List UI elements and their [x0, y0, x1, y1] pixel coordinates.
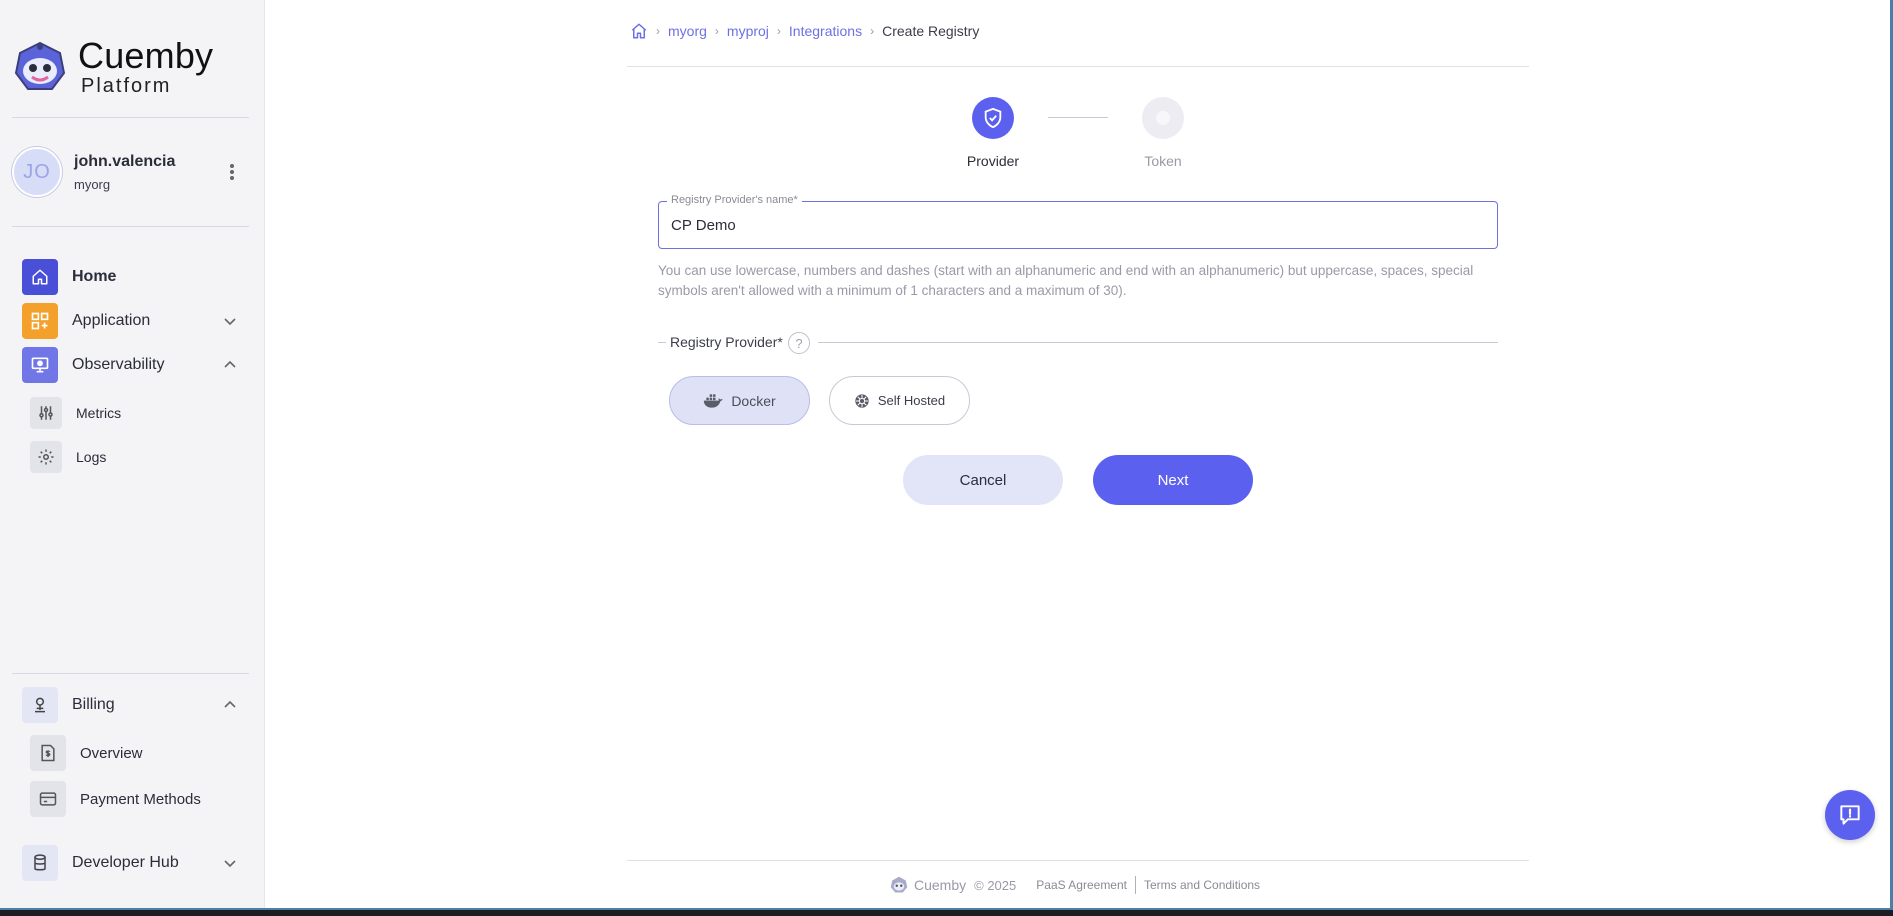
sidebar-item-metrics[interactable]: Metrics: [30, 397, 244, 429]
breadcrumb-link-org[interactable]: myorg: [668, 23, 707, 39]
apps-icon: [22, 303, 58, 339]
sidebar-item-home[interactable]: Home: [22, 259, 244, 295]
step-label-provider: Provider: [966, 153, 1020, 169]
chevron-up-icon[interactable]: [222, 697, 238, 713]
helm-icon: [854, 393, 870, 409]
sidebar-item-payment-methods[interactable]: Payment Methods: [30, 781, 244, 817]
shield-check-icon: [984, 107, 1002, 129]
invoice-icon: [30, 735, 66, 771]
divider: [12, 226, 249, 227]
sidebar-item-label: Overview: [80, 744, 143, 762]
provider-option-docker[interactable]: Docker: [669, 376, 810, 425]
window-edge: [0, 910, 1893, 916]
breadcrumb-separator: ›: [776, 24, 781, 38]
sidebar-item-application[interactable]: Application: [22, 303, 244, 339]
docker-icon: [703, 393, 723, 409]
step-connector: [1048, 117, 1108, 118]
monitor-icon: [22, 347, 58, 383]
avatar[interactable]: JO: [12, 147, 62, 197]
footer-brand: Cuemby: [914, 877, 967, 893]
footer-divider: [627, 860, 1529, 861]
home-icon: [22, 259, 58, 295]
sidebar-item-label: Metrics: [76, 405, 122, 421]
header-divider: [627, 66, 1529, 67]
sliders-icon: [30, 397, 62, 429]
breadcrumb-separator: ›: [870, 24, 875, 38]
brand-logo[interactable]: Cuemby Platform: [14, 38, 213, 96]
app-root: Cuemby Platform JO john.valencia myorg H…: [0, 0, 1893, 916]
footer-copyright: © 2025: [974, 877, 1017, 893]
step-label-token: Token: [1144, 153, 1182, 169]
more-options-icon[interactable]: [224, 160, 240, 184]
sidebar-item-label: Payment Methods: [80, 790, 201, 808]
next-button[interactable]: Next: [1093, 455, 1253, 505]
card-icon: [30, 781, 66, 817]
stepper: Provider Token: [960, 97, 1200, 172]
breadcrumb: › myorg › myproj › Integrations › Create…: [630, 22, 979, 40]
sidebar-item-observability[interactable]: Observability: [22, 347, 244, 383]
breadcrumb-link-project[interactable]: myproj: [727, 23, 769, 39]
chat-icon: [1840, 805, 1860, 825]
divider: [12, 117, 249, 118]
cuemby-logo-icon: [14, 41, 66, 90]
provider-option-label: Docker: [731, 392, 776, 409]
footer: Cuemby © 2025 PaaS Agreement Terms and C…: [890, 876, 1260, 894]
sidebar-item-overview[interactable]: Overview: [30, 735, 244, 771]
sidebar-item-label: Developer Hub: [72, 854, 179, 871]
breadcrumb-separator: ›: [656, 24, 660, 38]
footer-link-terms[interactable]: Terms and Conditions: [1144, 878, 1260, 892]
user-name: john.valencia: [74, 152, 176, 170]
database-icon: [22, 845, 58, 881]
brand-name: Cuemby: [78, 35, 214, 76]
sidebar-item-label: Logs: [76, 449, 107, 465]
user-org: myorg: [74, 176, 111, 192]
brand-sub: Platform: [81, 75, 172, 97]
help-icon[interactable]: ?: [788, 332, 810, 354]
registry-name-input[interactable]: [671, 202, 1481, 248]
breadcrumb-separator: ›: [714, 24, 719, 38]
home-icon[interactable]: [630, 22, 648, 40]
cancel-button[interactable]: Cancel: [903, 455, 1063, 505]
cuemby-logo-icon: [890, 876, 908, 893]
gear-icon: [30, 441, 62, 473]
step-provider: [972, 97, 1014, 139]
footer-link-paas-agreement[interactable]: PaaS Agreement: [1036, 878, 1127, 892]
step-token: [1142, 97, 1184, 139]
sidebar-item-developer-hub[interactable]: Developer Hub: [22, 845, 244, 881]
sidebar-item-label: Billing: [72, 696, 115, 713]
breadcrumb-link-integrations[interactable]: Integrations: [789, 23, 862, 39]
user-profile: JO john.valencia myorg: [12, 146, 252, 198]
registry-provider-label: Registry Provider*: [670, 334, 783, 350]
provider-option-label: Self Hosted: [877, 393, 946, 408]
billing-icon: [22, 687, 58, 723]
step-dot-icon: [1156, 111, 1170, 125]
provider-option-self-hosted[interactable]: Self Hosted: [829, 376, 970, 425]
chevron-down-icon[interactable]: [222, 855, 238, 871]
footer-separator: [1135, 876, 1136, 894]
sidebar: Cuemby Platform JO john.valencia myorg H…: [0, 0, 265, 916]
sidebar-item-billing[interactable]: Billing: [22, 687, 244, 723]
chevron-up-icon[interactable]: [222, 357, 238, 373]
chevron-down-icon[interactable]: [222, 313, 238, 329]
registry-name-help-text: You can use lowercase, numbers and dashe…: [658, 263, 1474, 298]
registry-name-field: Registry Provider's name*: [658, 194, 1498, 249]
divider: [12, 673, 249, 674]
sidebar-item-label: Home: [72, 268, 117, 285]
sidebar-item-label: Application: [72, 312, 151, 329]
registry-provider-legend: Registry Provider* ?: [658, 332, 1498, 354]
sidebar-item-label: Observability: [72, 356, 165, 373]
breadcrumb-current: Create Registry: [882, 23, 980, 39]
sidebar-item-logs[interactable]: Logs: [30, 441, 244, 473]
chat-support-button[interactable]: [1825, 790, 1875, 840]
